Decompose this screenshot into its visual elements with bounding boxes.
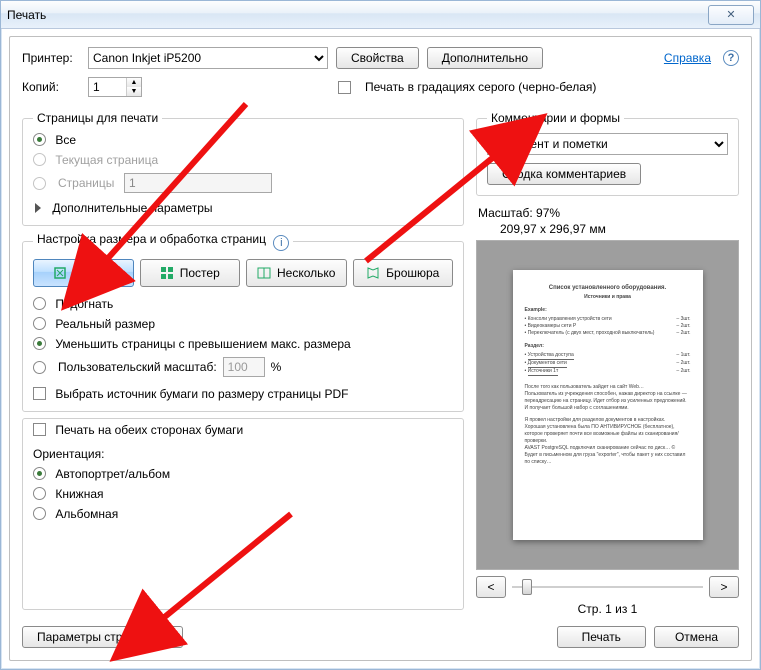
window-title: Печать: [7, 8, 708, 22]
footer: Параметры страницы... Печать Отмена: [22, 626, 739, 648]
sizing-legend: Настройка размера и обработка страниц i: [33, 232, 293, 251]
paper-source-label: Выбрать источник бумаги по размеру стран…: [55, 387, 348, 401]
radio-custom[interactable]: [33, 361, 46, 374]
copies-stepper[interactable]: ▲▼: [126, 78, 141, 96]
preview-page: Список установленного оборудования. Исто…: [513, 270, 703, 540]
next-page-button[interactable]: >: [709, 576, 739, 598]
close-icon: ✕: [726, 8, 735, 21]
page-setup-button[interactable]: Параметры страницы...: [22, 626, 183, 648]
summary-button[interactable]: Сводка комментариев: [487, 163, 641, 185]
size-icon: [53, 266, 67, 280]
prev-page-button[interactable]: <: [476, 576, 506, 598]
properties-button[interactable]: Свойства: [336, 47, 419, 69]
page-slider[interactable]: [512, 577, 703, 597]
more-params-toggle[interactable]: Дополнительные параметры: [33, 201, 453, 215]
dims-readout: 209,97 x 296,97 мм: [500, 222, 737, 236]
radio-shrink-label: Уменьшить страницы с превышением макс. р…: [55, 337, 350, 351]
print-button[interactable]: Печать: [557, 626, 646, 648]
scale-readout: Масштаб: 97%: [478, 206, 737, 220]
radio-orient-auto-label: Автопортрет/альбом: [55, 467, 170, 481]
both-sides-label: Печать на обеих сторонах бумаги: [55, 423, 243, 437]
cancel-button[interactable]: Отмена: [654, 626, 739, 648]
top-section: Принтер: Canon Inkjet iP5200 Свойства До…: [10, 37, 751, 111]
comments-legend: Комментарии и формы: [487, 111, 624, 125]
radio-orient-portrait[interactable]: [33, 487, 46, 500]
printer-select[interactable]: Canon Inkjet iP5200: [88, 47, 328, 69]
radio-actual-label: Реальный размер: [55, 317, 155, 331]
radio-orient-auto[interactable]: [33, 467, 46, 480]
titlebar: Печать ✕: [1, 1, 760, 29]
radio-orient-landscape-label: Альбомная: [55, 507, 118, 521]
radio-custom-label: Пользовательский масштаб:: [58, 360, 217, 374]
tab-poster[interactable]: Постер: [140, 259, 241, 287]
tab-multiple[interactable]: Несколько: [246, 259, 347, 287]
radio-range-label: Страницы: [58, 176, 118, 190]
print-dialog: Печать ✕ Принтер: Canon Inkjet iP5200 Св…: [0, 0, 761, 670]
grayscale-checkbox[interactable]: [338, 81, 351, 94]
help-icon[interactable]: ?: [723, 50, 739, 66]
grayscale-label: Печать в градациях серого (черно-белая): [365, 80, 596, 94]
radio-shrink[interactable]: [33, 337, 46, 350]
tab-booklet[interactable]: Брошюра: [353, 259, 454, 287]
window-close-button[interactable]: ✕: [708, 5, 754, 25]
custom-scale-input[interactable]: [223, 357, 265, 377]
tab-size[interactable]: Размер: [33, 259, 134, 287]
radio-fit[interactable]: [33, 297, 46, 310]
radio-range[interactable]: [33, 177, 46, 190]
radio-current[interactable]: [33, 153, 46, 166]
pages-legend: Страницы для печати: [33, 111, 162, 125]
booklet-icon: [366, 266, 380, 280]
radio-fit-label: Подогнать: [55, 297, 113, 311]
sizing-help-icon[interactable]: i: [273, 235, 289, 251]
pages-group: Страницы для печати Все Текущая страница…: [22, 111, 464, 226]
more-params-label: Дополнительные параметры: [52, 201, 212, 215]
preview-canvas: Список установленного оборудования. Исто…: [476, 240, 739, 570]
preview-nav: < >: [476, 576, 739, 598]
both-sides-checkbox[interactable]: [33, 423, 46, 436]
preview-area: Список установленного оборудования. Исто…: [476, 240, 739, 616]
help-link[interactable]: Справка: [664, 51, 711, 65]
radio-current-label: Текущая страница: [55, 153, 158, 167]
orientation-label: Ориентация:: [33, 447, 453, 461]
radio-actual[interactable]: [33, 317, 46, 330]
page-indicator: Стр. 1 из 1: [476, 602, 739, 616]
printer-label: Принтер:: [22, 51, 80, 65]
multiple-icon: [257, 266, 271, 280]
radio-orient-portrait-label: Книжная: [55, 487, 103, 501]
slider-thumb[interactable]: [522, 579, 532, 595]
page-range-input[interactable]: [124, 173, 272, 193]
radio-orient-landscape[interactable]: [33, 507, 46, 520]
client-area: Принтер: Canon Inkjet iP5200 Свойства До…: [9, 36, 752, 661]
sizing-group: Настройка размера и обработка страниц i …: [22, 232, 464, 412]
poster-icon: [160, 266, 174, 280]
copies-label: Копий:: [22, 80, 80, 94]
radio-all[interactable]: [33, 133, 46, 146]
radio-all-label: Все: [55, 133, 76, 147]
expand-icon: [35, 203, 41, 213]
duplex-group: Печать на обеих сторонах бумаги Ориентац…: [22, 418, 464, 610]
paper-source-checkbox[interactable]: [33, 387, 46, 400]
advanced-button[interactable]: Дополнительно: [427, 47, 543, 69]
comments-select[interactable]: Документ и пометки: [487, 133, 728, 155]
comments-group: Комментарии и формы Документ и пометки С…: [476, 111, 739, 196]
custom-scale-unit: %: [271, 360, 282, 374]
